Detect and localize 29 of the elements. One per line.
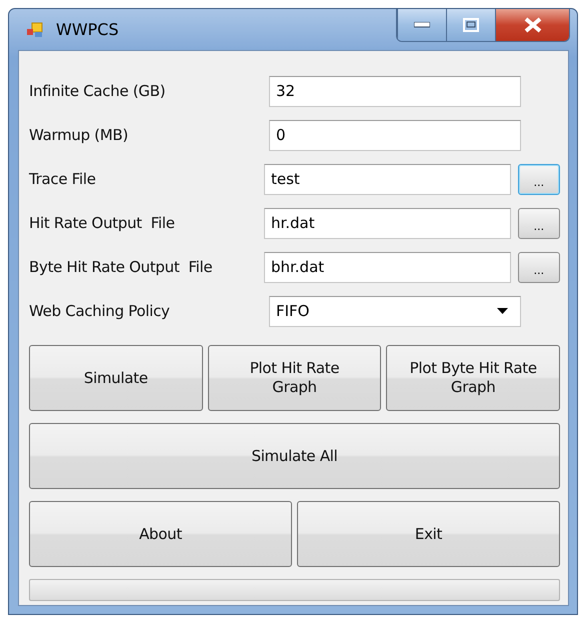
maximize-icon: [463, 18, 479, 32]
action-button[interactable]: Simulate: [29, 345, 203, 411]
action-button[interactable]: Plot Byte Hit Rate Graph: [386, 345, 560, 411]
dropdown-arrow-icon: [497, 308, 508, 314]
field-label: Infinite Cache (GB): [29, 82, 166, 100]
input-field[interactable]: test: [264, 164, 511, 194]
field-label: Trace File: [29, 170, 97, 188]
action-button[interactable]: Plot Hit Rate Graph: [208, 345, 382, 411]
field-label: Byte Hit Rate Output File: [29, 258, 214, 276]
action-button[interactable]: Simulate All: [29, 423, 560, 489]
dropdown[interactable]: FIFO: [269, 296, 521, 326]
browse-button[interactable]: ...: [518, 164, 560, 194]
field-label: Hit Rate Output File: [29, 214, 176, 232]
input-field[interactable]: bhr.dat: [264, 252, 511, 282]
minimize-icon: [414, 22, 430, 28]
close-button[interactable]: [495, 9, 569, 41]
input-field[interactable]: hr.dat: [264, 208, 511, 238]
window-title: WWPCS: [56, 20, 119, 39]
maximize-button[interactable]: [446, 9, 495, 41]
field-label: Warmup (MB): [29, 126, 130, 144]
input-field[interactable]: 32: [269, 76, 521, 106]
close-icon: [524, 17, 542, 33]
browse-button[interactable]: ...: [518, 208, 560, 238]
input-field[interactable]: 0: [269, 120, 521, 150]
minimize-button[interactable]: [397, 9, 446, 41]
action-button[interactable]: Exit: [297, 501, 560, 567]
action-button[interactable]: About: [29, 501, 292, 567]
browse-button[interactable]: ...: [518, 252, 560, 282]
field-label: Web Caching Policy: [29, 302, 171, 320]
